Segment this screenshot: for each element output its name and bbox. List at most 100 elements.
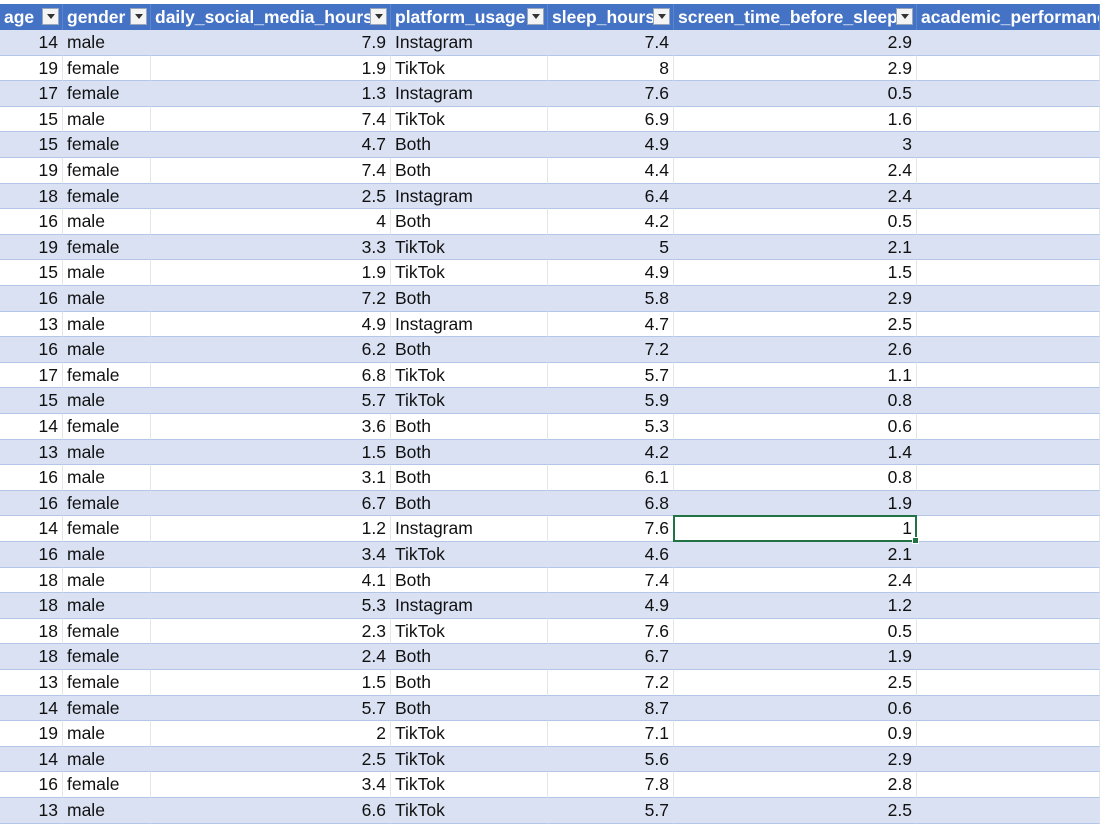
gender-cell[interactable]: female: [63, 516, 151, 542]
daily-social-media-hours-cell[interactable]: 4.9: [151, 311, 391, 338]
screen-time-before-sleep-cell[interactable]: 0.5: [674, 209, 917, 235]
daily-social-media-hours-cell[interactable]: 2.3: [151, 618, 391, 645]
screen-time-before-sleep-cell[interactable]: 2.9: [674, 55, 917, 82]
academic-performance-cell[interactable]: [917, 618, 1100, 645]
daily-social-media-hours-cell[interactable]: 2: [151, 721, 391, 747]
daily-social-media-hours-cell[interactable]: 3.6: [151, 414, 391, 440]
age-cell[interactable]: 16: [0, 772, 63, 798]
age-cell[interactable]: 18: [0, 618, 63, 645]
filter-dropdown-icon[interactable]: [42, 8, 59, 25]
filter-dropdown-icon[interactable]: [527, 8, 544, 25]
sleep-hours-cell[interactable]: 6.4: [548, 184, 674, 210]
platform-usage-cell[interactable]: Both: [391, 465, 548, 491]
daily-social-media-hours-cell[interactable]: 7.4: [151, 106, 391, 133]
platform-usage-cell[interactable]: TikTok: [391, 618, 548, 645]
platform-usage-cell[interactable]: Instagram: [391, 311, 548, 338]
platform-usage-cell[interactable]: TikTok: [391, 542, 548, 568]
sleep-hours-cell[interactable]: 7.6: [548, 516, 674, 542]
sleep-hours-cell[interactable]: 7.8: [548, 772, 674, 798]
platform-usage-cell[interactable]: Both: [391, 491, 548, 517]
platform-usage-cell[interactable]: TikTok: [391, 388, 548, 414]
screen-time-before-sleep-cell[interactable]: 1: [674, 516, 917, 542]
academic-performance-cell[interactable]: [917, 337, 1100, 363]
gender-cell[interactable]: male: [63, 209, 151, 235]
platform-usage-cell[interactable]: Instagram: [391, 593, 548, 619]
daily-social-media-hours-cell[interactable]: 4: [151, 209, 391, 235]
platform-usage-cell[interactable]: TikTok: [391, 106, 548, 133]
platform-usage-cell[interactable]: Both: [391, 286, 548, 312]
age-cell[interactable]: 16: [0, 491, 63, 517]
gender-cell[interactable]: male: [63, 747, 151, 773]
screen-time-before-sleep-cell[interactable]: 0.6: [674, 696, 917, 722]
academic-performance-cell[interactable]: [917, 184, 1100, 210]
platform-usage-cell[interactable]: Instagram: [391, 516, 548, 542]
gender-cell[interactable]: female: [63, 362, 151, 389]
daily-social-media-hours-cell[interactable]: 5.7: [151, 696, 391, 722]
platform-usage-cell[interactable]: Both: [391, 132, 548, 158]
screen-time-before-sleep-cell[interactable]: 1.9: [674, 491, 917, 517]
daily-social-media-hours-cell[interactable]: 6.7: [151, 491, 391, 517]
academic-performance-cell[interactable]: [917, 106, 1100, 133]
screen-time-before-sleep-cell[interactable]: 0.9: [674, 721, 917, 747]
age-cell[interactable]: 19: [0, 158, 63, 184]
age-cell[interactable]: 14: [0, 747, 63, 773]
age-cell[interactable]: 13: [0, 798, 63, 824]
gender-cell[interactable]: male: [63, 542, 151, 568]
sleep-hours-cell[interactable]: 5.9: [548, 388, 674, 414]
filter-dropdown-icon[interactable]: [896, 8, 913, 25]
academic-performance-cell[interactable]: [917, 465, 1100, 491]
age-cell[interactable]: 14: [0, 414, 63, 440]
academic-performance-cell[interactable]: [917, 670, 1100, 696]
academic-performance-cell[interactable]: [917, 747, 1100, 773]
daily-social-media-hours-cell[interactable]: 3.4: [151, 772, 391, 798]
platform-usage-cell[interactable]: Instagram: [391, 184, 548, 210]
age-cell[interactable]: 17: [0, 362, 63, 389]
screen-time-before-sleep-cell[interactable]: 2.6: [674, 337, 917, 363]
platform-usage-cell[interactable]: Both: [391, 696, 548, 722]
academic-performance-cell[interactable]: [917, 440, 1100, 466]
academic-performance-cell[interactable]: [917, 235, 1100, 261]
filter-dropdown-icon[interactable]: [653, 8, 670, 25]
academic-performance-cell[interactable]: [917, 286, 1100, 312]
platform-usage-header[interactable]: platform_usage: [391, 4, 548, 30]
sleep-hours-cell[interactable]: 5: [548, 235, 674, 261]
sleep-hours-cell[interactable]: 4.9: [548, 132, 674, 158]
platform-usage-cell[interactable]: Both: [391, 440, 548, 466]
age-cell[interactable]: 15: [0, 388, 63, 414]
age-cell[interactable]: 14: [0, 516, 63, 542]
academic-performance-cell[interactable]: [917, 593, 1100, 619]
age-cell[interactable]: 18: [0, 593, 63, 619]
daily-social-media-hours-cell[interactable]: 2.5: [151, 747, 391, 773]
platform-usage-cell[interactable]: TikTok: [391, 55, 548, 82]
platform-usage-cell[interactable]: TikTok: [391, 747, 548, 773]
screen-time-before-sleep-cell[interactable]: 2.5: [674, 311, 917, 338]
daily-social-media-hours-cell[interactable]: 3.1: [151, 465, 391, 491]
academic-performance-cell[interactable]: [917, 491, 1100, 517]
gender-cell[interactable]: female: [63, 55, 151, 82]
gender-cell[interactable]: female: [63, 618, 151, 645]
sleep-hours-cell[interactable]: 8: [548, 55, 674, 82]
daily-social-media-hours-cell[interactable]: 1.5: [151, 440, 391, 466]
sleep-hours-cell[interactable]: 4.2: [548, 440, 674, 466]
gender-cell[interactable]: male: [63, 593, 151, 619]
screen-time-before-sleep-cell[interactable]: 2.8: [674, 772, 917, 798]
academic-performance-cell[interactable]: [917, 696, 1100, 722]
gender-cell[interactable]: male: [63, 567, 151, 594]
platform-usage-cell[interactable]: Both: [391, 414, 548, 440]
screen-time-before-sleep-cell[interactable]: 1.6: [674, 106, 917, 133]
sleep-hours-cell[interactable]: 4.2: [548, 209, 674, 235]
gender-cell[interactable]: male: [63, 465, 151, 491]
screen-time-before-sleep-cell[interactable]: 1.2: [674, 593, 917, 619]
screen-time-before-sleep-cell[interactable]: 1.9: [674, 644, 917, 670]
age-cell[interactable]: 19: [0, 721, 63, 747]
age-cell[interactable]: 15: [0, 106, 63, 133]
sleep-hours-cell[interactable]: 4.9: [548, 260, 674, 286]
daily-social-media-hours-cell[interactable]: 6.8: [151, 362, 391, 389]
platform-usage-cell[interactable]: Both: [391, 644, 548, 670]
sleep-hours-cell[interactable]: 4.6: [548, 542, 674, 568]
age-cell[interactable]: 19: [0, 235, 63, 261]
screen-time-before-sleep-cell[interactable]: 1.1: [674, 362, 917, 389]
daily-social-media-hours-cell[interactable]: 2.5: [151, 184, 391, 210]
platform-usage-cell[interactable]: Both: [391, 567, 548, 594]
academic-performance-cell[interactable]: [917, 388, 1100, 414]
